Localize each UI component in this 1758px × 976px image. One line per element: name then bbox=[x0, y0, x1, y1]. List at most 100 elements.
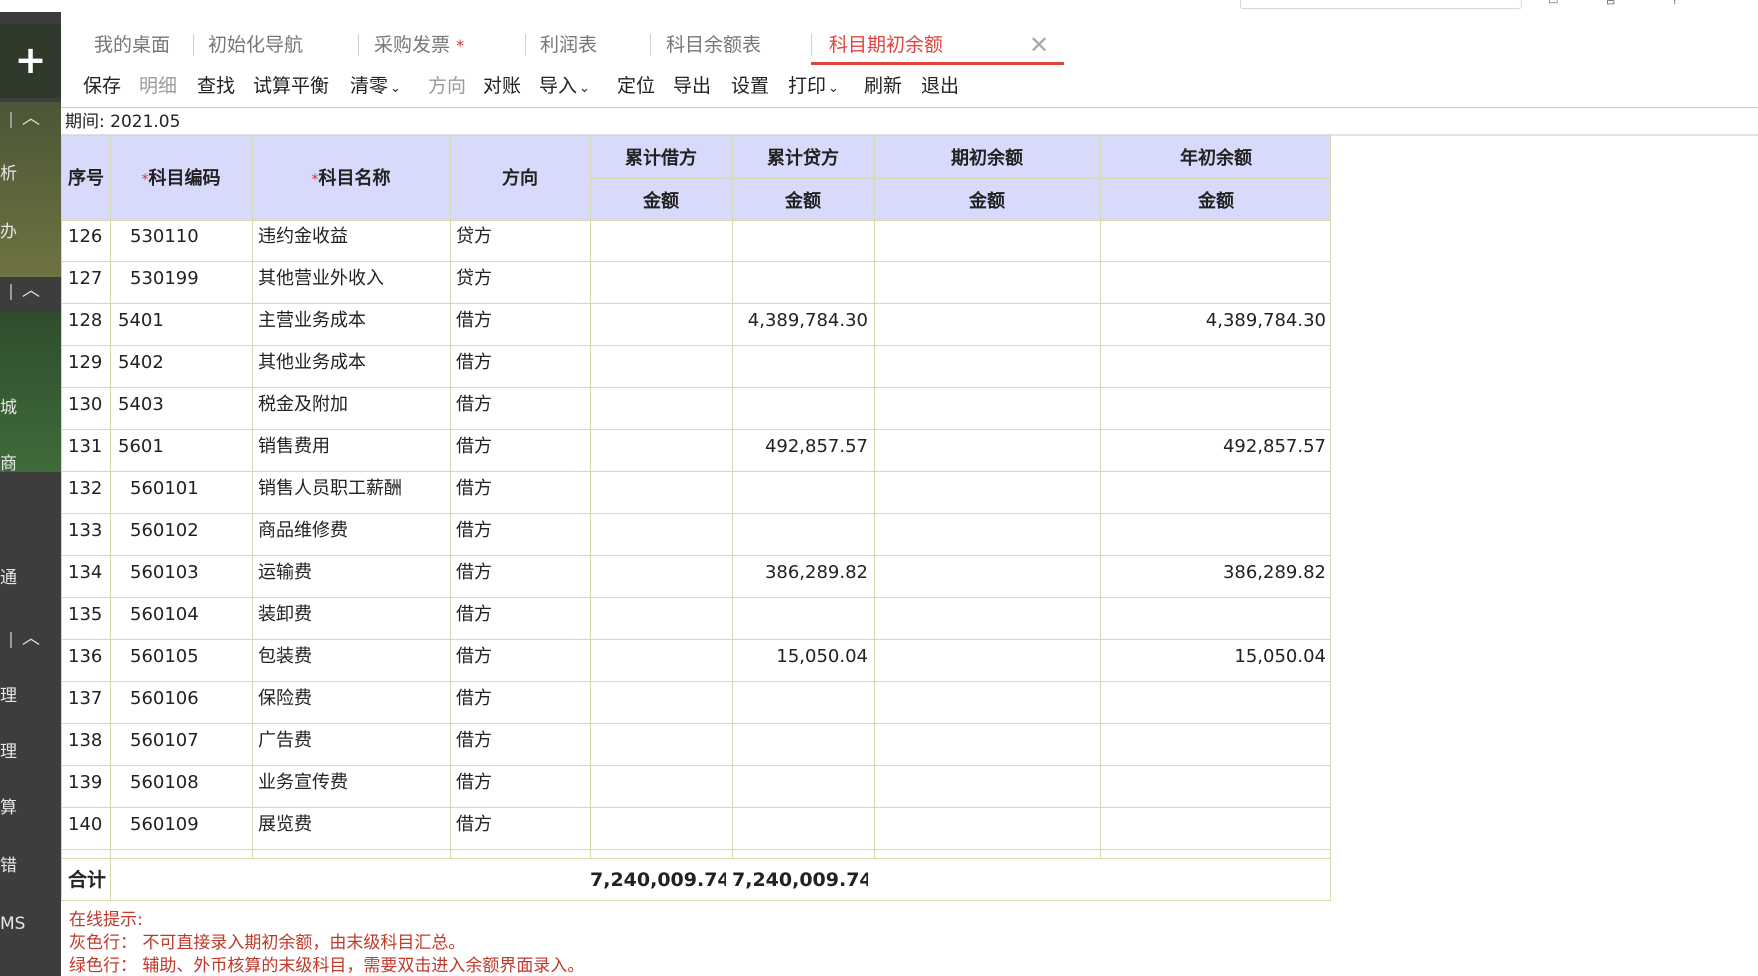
cell-debit[interactable] bbox=[590, 258, 726, 300]
cell-opening[interactable] bbox=[874, 384, 1094, 426]
cell-year-start[interactable] bbox=[1100, 258, 1326, 300]
cell-debit[interactable] bbox=[590, 552, 726, 594]
cell-opening[interactable] bbox=[874, 258, 1094, 300]
chevron-up-icon[interactable]: ︿ bbox=[20, 967, 42, 976]
cell-credit[interactable] bbox=[732, 762, 868, 804]
sidebar-item[interactable]: 商 bbox=[0, 454, 17, 474]
cell-credit[interactable] bbox=[732, 258, 868, 300]
export-button[interactable]: 导出 bbox=[673, 71, 711, 101]
cell-year-start[interactable] bbox=[1100, 762, 1326, 804]
cell-credit[interactable]: 4,389,784.30 bbox=[732, 300, 868, 342]
cell-year-start[interactable] bbox=[1100, 678, 1326, 720]
table-row[interactable]: 129 5402 其他业务成本 借方 bbox=[62, 342, 1330, 388]
cell-opening[interactable] bbox=[874, 342, 1094, 384]
tab-profit-statement[interactable]: 利润表 bbox=[540, 30, 597, 60]
chevron-up-icon[interactable]: ︿ bbox=[20, 280, 42, 302]
cell-debit[interactable] bbox=[590, 594, 726, 636]
header-opening[interactable]: 期初余额 bbox=[874, 144, 1100, 170]
table-row[interactable]: 128 5401 主营业务成本 借方 4,389,784.30 4,389,784.30 bbox=[62, 300, 1330, 346]
settings-button[interactable]: 设置 bbox=[731, 71, 769, 101]
cell-year-start[interactable] bbox=[1100, 342, 1326, 384]
trial-balance-button[interactable]: 试算平衡 bbox=[253, 71, 329, 101]
exit-button[interactable]: 退出 bbox=[921, 71, 959, 101]
cell-debit[interactable] bbox=[590, 468, 726, 510]
table-row[interactable]: 131 5601 销售费用 借方 492,857.57 492,857.57 bbox=[62, 426, 1330, 472]
cell-year-start[interactable] bbox=[1100, 510, 1326, 552]
header-year-start-amount[interactable]: 金额 bbox=[1100, 187, 1330, 213]
table-row[interactable]: 133 560102 商品维修费 借方 bbox=[62, 510, 1330, 556]
tab-my-desktop[interactable]: 我的桌面 bbox=[94, 30, 170, 60]
add-button[interactable]: + bbox=[0, 24, 61, 98]
cell-debit[interactable] bbox=[590, 678, 726, 720]
cell-opening[interactable] bbox=[874, 510, 1094, 552]
table-row[interactable]: 137 560106 保险费 借方 bbox=[62, 678, 1330, 724]
cell-opening[interactable] bbox=[874, 636, 1094, 678]
sidebar-item[interactable]: 错 bbox=[0, 856, 17, 876]
sidebar-item[interactable]: 城 bbox=[0, 398, 17, 418]
cell-opening[interactable] bbox=[874, 804, 1094, 846]
chevron-up-icon[interactable]: ︿ bbox=[20, 628, 42, 650]
print-dropdown[interactable]: 打印 ⌄ bbox=[788, 71, 839, 101]
cell-debit[interactable] bbox=[590, 216, 726, 258]
table-row[interactable]: 132 560101 销售人员职工薪酬 借方 bbox=[62, 468, 1330, 514]
cell-debit[interactable] bbox=[590, 384, 726, 426]
header-seq[interactable]: 序号 bbox=[62, 164, 110, 190]
cell-credit[interactable] bbox=[732, 384, 868, 426]
cell-credit[interactable] bbox=[732, 678, 868, 720]
sidebar-item[interactable]: 办 bbox=[0, 222, 17, 242]
cell-opening[interactable] bbox=[874, 720, 1094, 762]
cell-credit[interactable] bbox=[732, 804, 868, 846]
cell-credit[interactable] bbox=[732, 594, 868, 636]
tab-account-balance[interactable]: 科目余额表 bbox=[666, 30, 761, 60]
sidebar-item[interactable]: 理 bbox=[0, 686, 17, 706]
cell-year-start[interactable] bbox=[1100, 720, 1326, 762]
cell-credit[interactable] bbox=[732, 468, 868, 510]
cell-year-start[interactable]: 492,857.57 bbox=[1100, 426, 1326, 468]
help-icon[interactable]: ? bbox=[1672, 0, 1686, 6]
header-debit-amount[interactable]: 金额 bbox=[590, 187, 732, 213]
cell-opening[interactable] bbox=[874, 426, 1094, 468]
cell-debit[interactable] bbox=[590, 720, 726, 762]
detail-button[interactable]: 明细 bbox=[139, 71, 177, 101]
locate-button[interactable]: 定位 bbox=[617, 71, 655, 101]
header-year-start[interactable]: 年初余额 bbox=[1100, 144, 1330, 170]
cell-debit[interactable] bbox=[590, 426, 726, 468]
header-credit-amount[interactable]: 金额 bbox=[732, 187, 874, 213]
cell-year-start[interactable]: 4,389,784.30 bbox=[1100, 300, 1326, 342]
cell-credit[interactable] bbox=[732, 216, 868, 258]
direction-button[interactable]: 方向 bbox=[428, 71, 466, 101]
cell-opening[interactable] bbox=[874, 216, 1094, 258]
header-direction[interactable]: 方向 bbox=[450, 164, 590, 190]
cell-year-start[interactable] bbox=[1100, 804, 1326, 846]
cell-debit[interactable] bbox=[590, 510, 726, 552]
header-debit[interactable]: 累计借方 bbox=[590, 144, 732, 170]
close-icon[interactable]: ✕ bbox=[1027, 30, 1051, 60]
cell-opening[interactable] bbox=[874, 468, 1094, 510]
table-row[interactable]: 136 560105 包装费 借方 15,050.04 15,050.04 bbox=[62, 636, 1330, 682]
cell-year-start[interactable] bbox=[1100, 468, 1326, 510]
table-row[interactable]: 126 530110 违约金收益 贷方 bbox=[62, 216, 1330, 262]
sidebar-item[interactable]: 理 bbox=[0, 742, 17, 762]
cell-year-start[interactable]: 386,289.82 bbox=[1100, 552, 1326, 594]
table-row[interactable]: 127 530199 其他营业外收入 贷方 bbox=[62, 258, 1330, 304]
find-button[interactable]: 查找 bbox=[197, 71, 235, 101]
cell-credit[interactable]: 492,857.57 bbox=[732, 426, 868, 468]
cell-opening[interactable] bbox=[874, 678, 1094, 720]
table-row[interactable]: 130 5403 税金及附加 借方 bbox=[62, 384, 1330, 430]
table-row[interactable]: 138 560107 广告费 借方 bbox=[62, 720, 1330, 766]
layout-icon[interactable]: ⊟ bbox=[1606, 0, 1620, 6]
cell-opening[interactable] bbox=[874, 594, 1094, 636]
tab-opening-balance[interactable]: 科目期初余额 bbox=[829, 30, 943, 60]
table-row[interactable]: 134 560103 运输费 借方 386,289.82 386,289.82 bbox=[62, 552, 1330, 598]
cell-opening[interactable] bbox=[874, 762, 1094, 804]
cell-year-start[interactable] bbox=[1100, 594, 1326, 636]
import-dropdown[interactable]: 导入 ⌄ bbox=[539, 71, 590, 101]
table-row[interactable]: 140 560109 展览费 借方 bbox=[62, 804, 1330, 850]
tab-init-guide[interactable]: 初始化导航 bbox=[208, 30, 303, 60]
sidebar-item[interactable]: 通 bbox=[0, 568, 17, 588]
cell-debit[interactable] bbox=[590, 804, 726, 846]
tab-purchase-invoice[interactable]: 采购发票 * bbox=[374, 30, 464, 60]
header-code[interactable]: *科目编码 bbox=[110, 164, 252, 190]
cell-credit[interactable] bbox=[732, 720, 868, 762]
global-search-input[interactable] bbox=[1240, 0, 1522, 9]
